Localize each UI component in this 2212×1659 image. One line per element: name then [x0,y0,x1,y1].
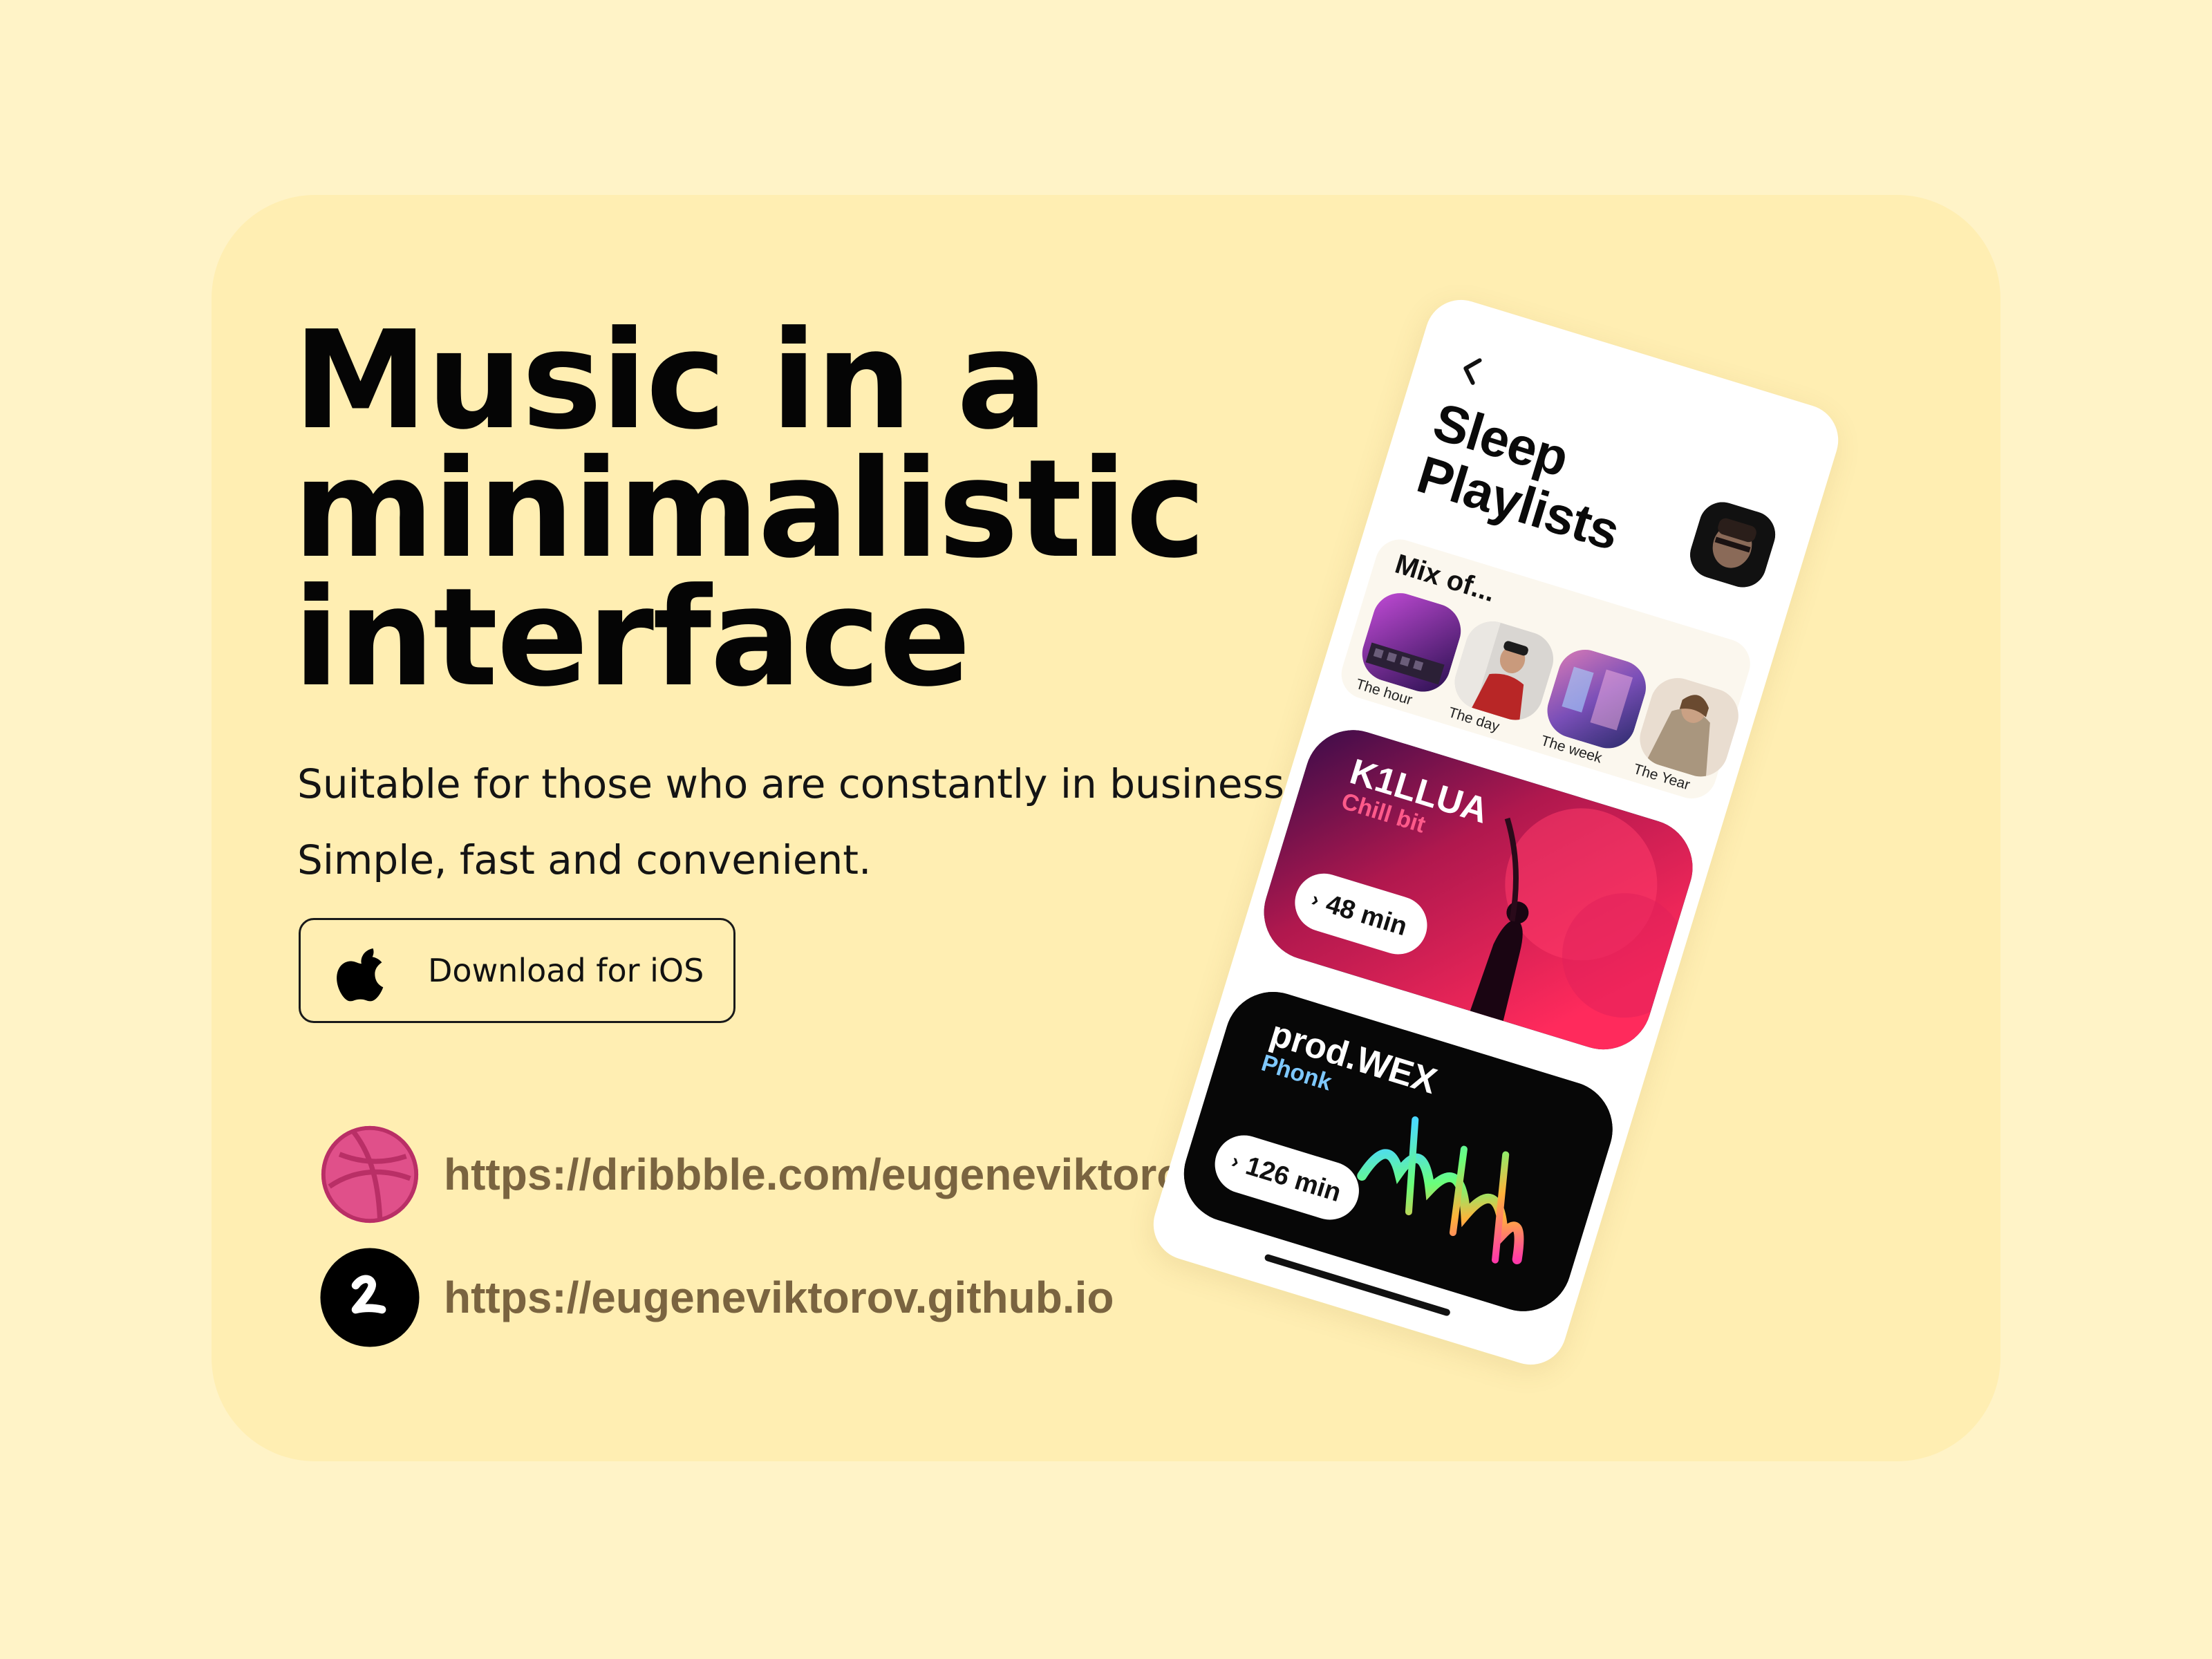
download-ios-button[interactable]: Download for iOS [299,918,735,1023]
screen-title: Sleep Playlists [1411,392,1641,561]
apple-icon [337,948,384,1002]
hero-subtitle-2: Simple, fast and convenient. [297,836,872,883]
hero-subtitle-1: Suitable for those who are constantly in… [297,760,1297,807]
github-link[interactable]: https://eugeneviktorov.github.io [444,1272,1114,1323]
dribbble-link[interactable]: https://dribbble.com/eugeneviktorov [444,1149,1208,1200]
hero-title-line-1: Music in a [293,302,1048,460]
dribbble-link-row[interactable]: https://dribbble.com/eugeneviktorov [319,1124,1208,1225]
chevron-right-icon: › [1309,888,1322,912]
back-arrow-icon[interactable] [1453,349,1490,391]
hero-title-line-2: minimalistic [293,431,1206,588]
hero-title: Music in a minimalistic interface [293,302,1330,717]
chevron-right-icon: › [1228,1149,1242,1174]
avatar-photo [1684,496,1781,593]
download-ios-label: Download for iOS [428,952,704,989]
avatar[interactable] [1684,496,1781,593]
playlist-duration-k1llua: 48 min [1322,889,1411,941]
github-link-row[interactable]: https://eugeneviktorov.github.io [319,1247,1114,1348]
personal-logo-icon [320,1248,420,1347]
dribbble-icon [321,1125,419,1224]
hero-title-line-3: interface [293,559,971,717]
